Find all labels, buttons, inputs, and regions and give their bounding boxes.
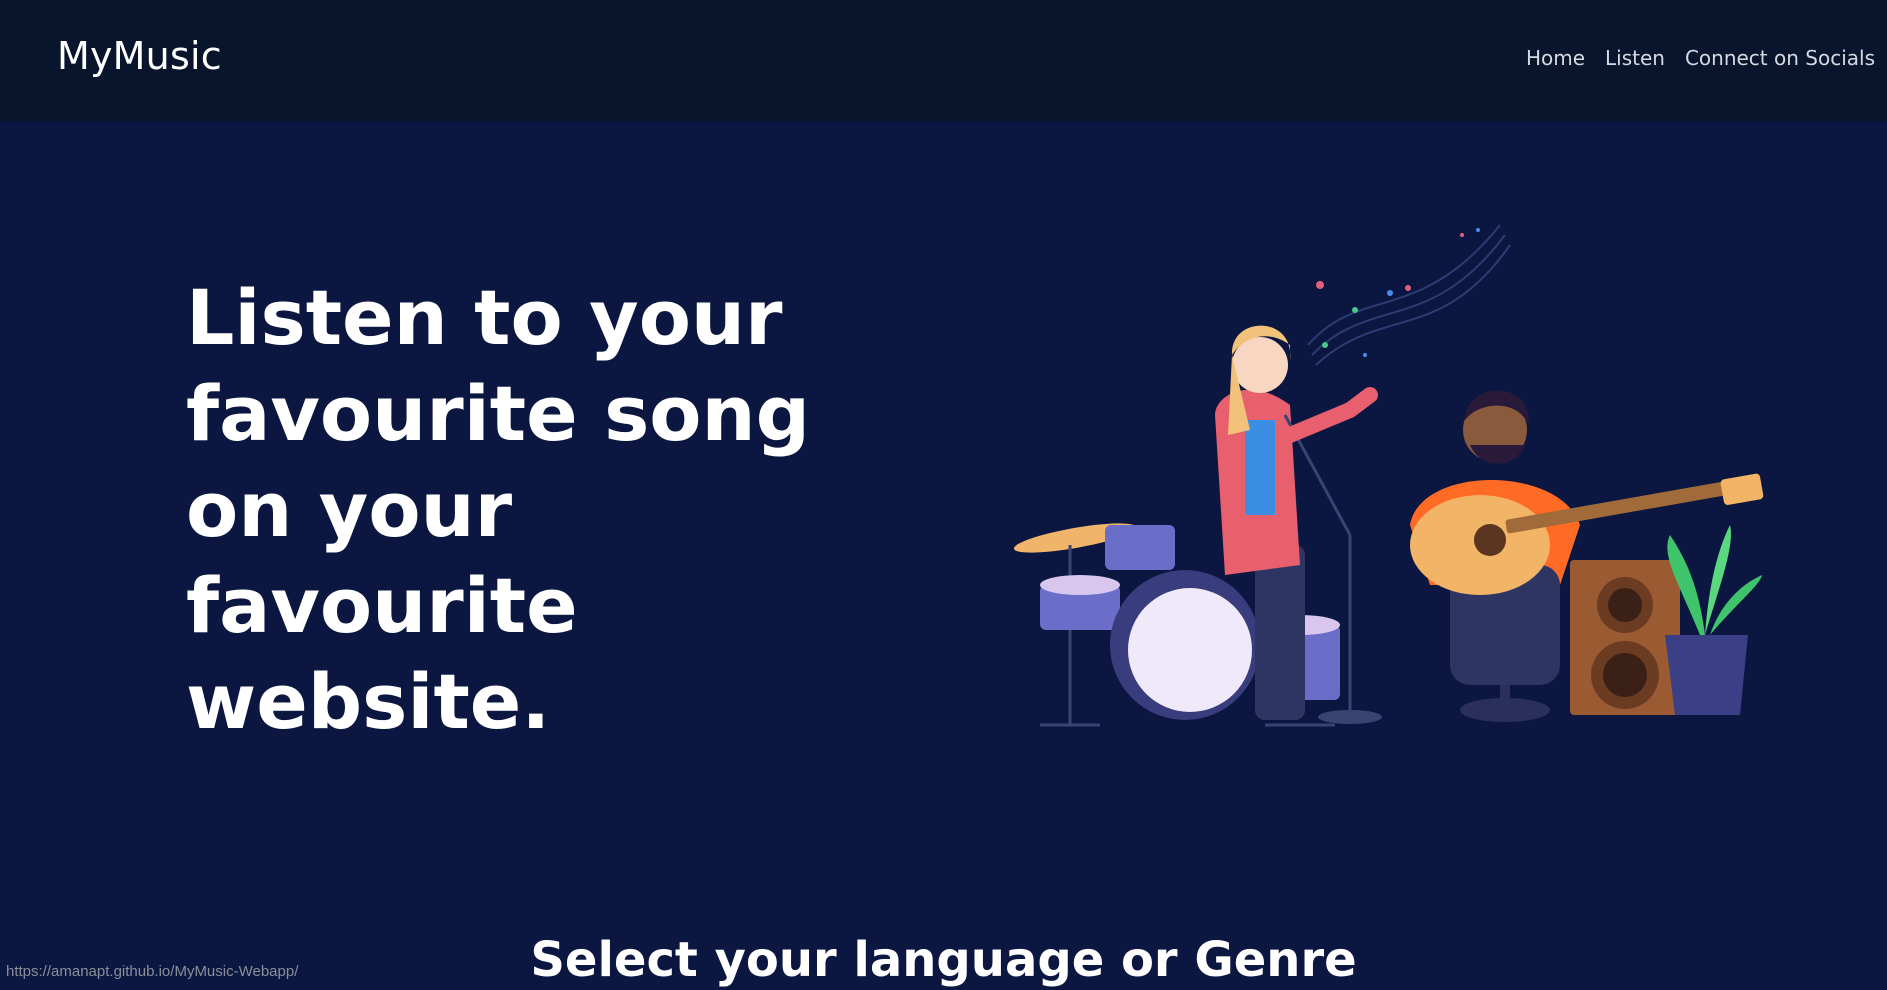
note-dots — [1316, 228, 1480, 357]
nav-link-home[interactable]: Home — [1526, 46, 1585, 70]
brand-logo[interactable]: MyMusic — [57, 34, 222, 78]
status-bar-url: https://amanapt.github.io/MyMusic-Webapp… — [6, 963, 299, 980]
nav-link-listen[interactable]: Listen — [1605, 46, 1665, 70]
navbar: MyMusic Home Listen Connect on Socials — [0, 0, 1887, 121]
music-notes-decoration — [1307, 224, 1511, 366]
nav-links: Home Listen Connect on Socials — [1526, 46, 1875, 70]
speaker — [1570, 560, 1680, 715]
hero-heading: Listen to your favourite song on your fa… — [186, 273, 811, 746]
musicians-illustration — [1013, 224, 1764, 727]
nav-link-socials[interactable]: Connect on Socials — [1685, 46, 1875, 70]
